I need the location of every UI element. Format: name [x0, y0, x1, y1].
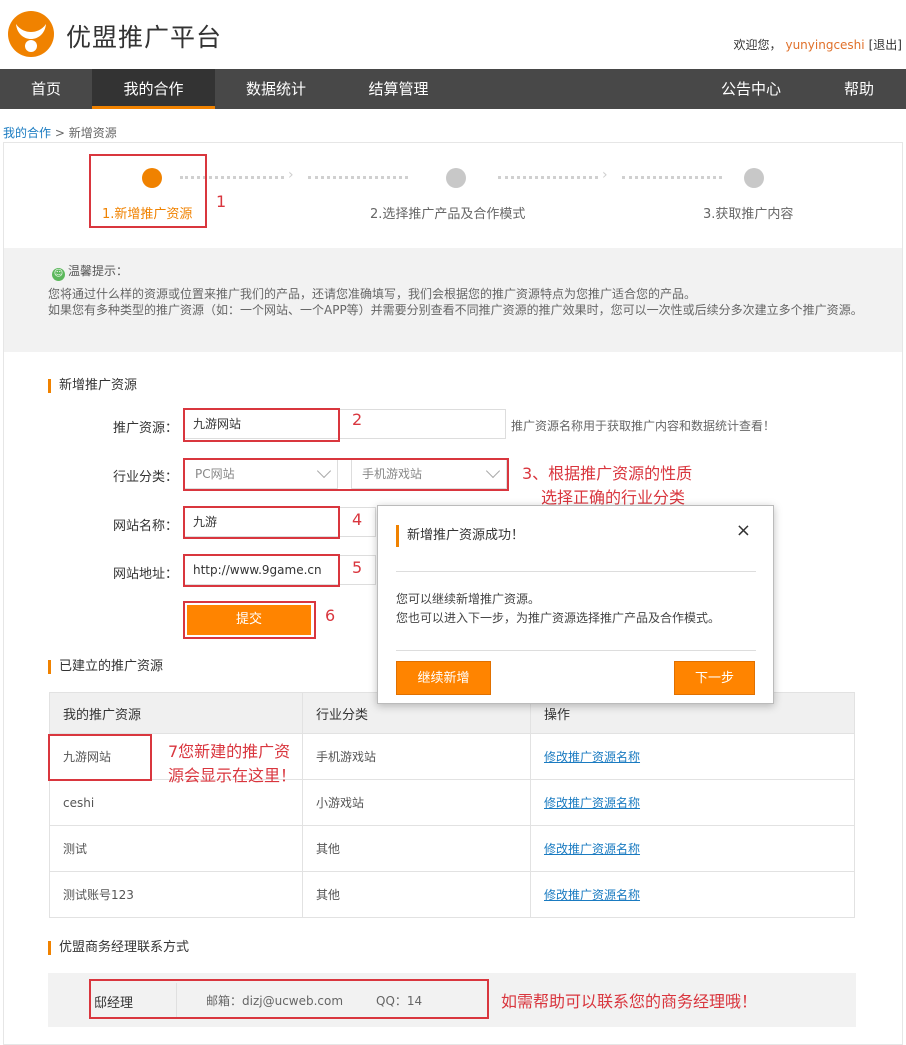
- main-nav: 首页 我的合作 数据统计 结算管理 公告中心 帮助: [0, 69, 906, 109]
- nav-statistics[interactable]: 数据统计: [215, 69, 337, 109]
- annotation-box-1: [89, 154, 207, 228]
- annotation-box-6: [183, 601, 316, 639]
- manager-contact-heading: 优盟商务经理联系方式: [48, 941, 189, 955]
- header: 优盟推广平台 欢迎您， yunyingceshi [退出]: [0, 0, 906, 69]
- resources-table: 我的推广资源 行业分类 操作 九游网站 手机游戏站 修改推广资源名称 ceshi…: [49, 692, 855, 918]
- site-url-label: 网站地址：: [112, 567, 178, 582]
- dialog-title: 新增推广资源成功！: [396, 525, 524, 547]
- annotation-7-line2: 源会显示在这里！: [168, 766, 297, 785]
- success-dialog: 新增推广资源成功！ × 您可以继续新增推广资源。 您也可以进入下一步，为推广资源…: [377, 505, 774, 704]
- annotation-box-7: [48, 734, 152, 781]
- tips-line-2: 如果您有多种类型的推广资源（如：一个网站、一个APP等）并需要分别查看不同推广资…: [48, 303, 863, 317]
- tips-title: ☺ 温馨提示：: [52, 264, 129, 281]
- tips-panel: ☺ 温馨提示： 您将通过什么样的资源或位置来推广我们的产品，还请您准确填写，我们会…: [4, 248, 902, 352]
- dialog-body: 您可以继续新增推广资源。 您也可以进入下一步，为推广资源选择推广产品及合作模式。: [396, 590, 720, 628]
- breadcrumb: 我的合作 > 新增资源: [3, 124, 117, 141]
- table-row: ceshi 小游戏站 修改推广资源名称: [49, 779, 855, 826]
- annotation-8: 如需帮助可以联系您的商务经理哦！: [501, 992, 758, 1011]
- dialog-line-2: 您也可以进入下一步，为推广资源选择推广产品及合作模式。: [396, 611, 721, 625]
- annotation-box-8: [89, 979, 489, 1019]
- username[interactable]: yunyingceshi: [785, 38, 864, 52]
- existing-resources-heading: 已建立的推广资源: [48, 660, 163, 674]
- resource-category: 小游戏站: [302, 779, 531, 826]
- annotation-3-line1: 3、根据推广资源的性质: [522, 464, 693, 483]
- logout-link[interactable]: [退出]: [869, 38, 902, 52]
- resource-category: 手机游戏站: [302, 733, 531, 780]
- divider: [396, 650, 756, 651]
- nav-settlement[interactable]: 结算管理: [337, 69, 460, 109]
- welcome-area: 欢迎您， yunyingceshi [退出]: [733, 36, 902, 53]
- rename-resource-link[interactable]: 修改推广资源名称: [544, 888, 640, 902]
- annotation-box-5: [183, 554, 340, 587]
- annotation-4: 4: [352, 510, 363, 529]
- col-resource: 我的推广资源: [49, 692, 303, 734]
- table-row: 测试 其他 修改推广资源名称: [49, 825, 855, 872]
- step-3-dot: [744, 168, 764, 188]
- annotation-6: 6: [325, 606, 336, 625]
- category-label: 行业分类：: [112, 470, 178, 485]
- rename-resource-link[interactable]: 修改推广资源名称: [544, 750, 640, 764]
- tips-body: 您将通过什么样的资源或位置来推广我们的产品，还请您准确填写，我们会根据您的推广资…: [48, 286, 868, 318]
- tips-line-1: 您将通过什么样的资源或位置来推广我们的产品，还请您准确填写，我们会根据您的推广资…: [48, 287, 697, 301]
- nav-home[interactable]: 首页: [0, 69, 92, 109]
- nav-my-cooperation[interactable]: 我的合作: [92, 69, 215, 109]
- next-step-button[interactable]: 下一步: [674, 661, 755, 695]
- annotation-5: 5: [352, 558, 363, 577]
- step-2-dot: [446, 168, 466, 188]
- rename-resource-link[interactable]: 修改推广资源名称: [544, 796, 640, 810]
- resource-name: 测试账号123: [49, 871, 303, 918]
- step-2-label: 2.选择推广产品及合作模式: [370, 207, 526, 222]
- breadcrumb-current: 新增资源: [68, 126, 117, 140]
- breadcrumb-sep: >: [51, 126, 69, 140]
- smile-icon: ☺: [52, 268, 65, 281]
- annotation-7-line1: 7您新建的推广资: [168, 742, 291, 761]
- nav-help[interactable]: 帮助: [812, 69, 906, 109]
- step-arrow-icon: ›: [602, 167, 608, 183]
- resource-category: 其他: [302, 871, 531, 918]
- annotation-box-3: [183, 458, 509, 491]
- welcome-text: 欢迎您，: [733, 38, 782, 52]
- continue-add-button[interactable]: 继续新增: [396, 661, 491, 695]
- step-arrow-icon: ›: [288, 167, 294, 183]
- nav-announcements[interactable]: 公告中心: [690, 69, 812, 109]
- resource-hint: 推广资源名称用于获取推广内容和数据统计查看！: [511, 419, 776, 433]
- rename-resource-link[interactable]: 修改推广资源名称: [544, 842, 640, 856]
- site-logo-text: 优盟推广平台: [66, 23, 223, 52]
- resource-name: ceshi: [49, 779, 303, 826]
- new-resource-heading: 新增推广资源: [48, 379, 137, 393]
- site-name-label: 网站名称：: [112, 519, 178, 534]
- step-dots: [308, 176, 408, 179]
- step-3-label: 3.获取推广内容: [703, 207, 794, 222]
- annotation-2: 2: [352, 410, 363, 429]
- resource-name: 测试: [49, 825, 303, 872]
- resource-label: 推广资源：: [112, 421, 178, 436]
- table-row: 测试账号123 其他 修改推广资源名称: [49, 871, 855, 918]
- annotation-box-2: [183, 408, 340, 442]
- step-dots: [622, 176, 722, 179]
- breadcrumb-parent[interactable]: 我的合作: [3, 126, 51, 140]
- dialog-line-1: 您可以继续新增推广资源。: [396, 592, 541, 606]
- annotation-1: 1: [216, 192, 227, 211]
- resource-category: 其他: [302, 825, 531, 872]
- divider: [396, 571, 756, 572]
- uc-logo-icon: [8, 11, 54, 57]
- annotation-box-4: [183, 506, 340, 539]
- close-icon[interactable]: ×: [736, 520, 751, 541]
- step-dots: [498, 176, 598, 179]
